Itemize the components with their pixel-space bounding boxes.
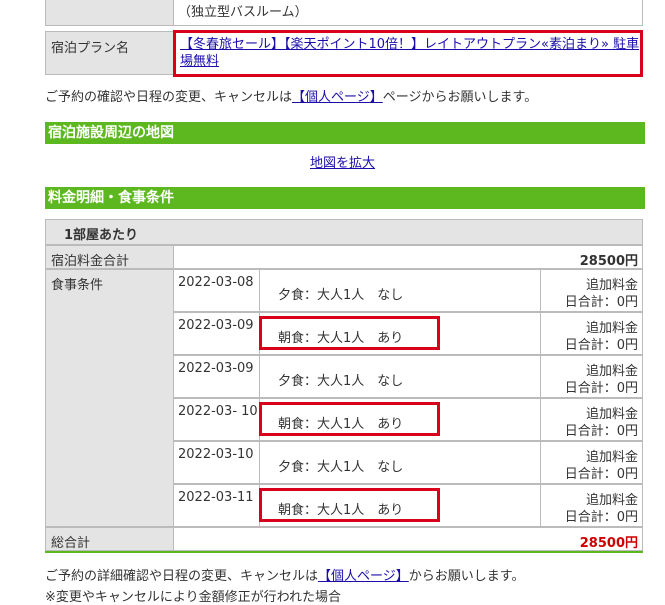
meal-row-date: 2022-03-09: [178, 361, 254, 376]
meal-row-day-total: 日合計：0円: [564, 381, 638, 396]
plan-label-cell: 宿泊プラン名: [45, 31, 174, 75]
meal-row-day-total: 日合計：0円: [564, 510, 638, 525]
meal-row-date-cell: 2022-03-09: [173, 312, 260, 355]
meal-highlight-box: [259, 402, 440, 436]
meal-row-date: 2022-03-10: [178, 447, 254, 462]
footer-divider: [45, 551, 643, 553]
meal-row-date-cell: 2022-03- 10: [173, 398, 260, 441]
total-value-cell: 28500円: [173, 527, 643, 551]
room-value-cell: （独立型バスルーム）: [173, 0, 643, 26]
meal-row-day-total: 日合計：0円: [564, 295, 638, 310]
meal-row-fee-cell: 追加料金 日合計：0円: [540, 441, 643, 484]
notice-1: ご予約の確認や日程の変更、キャンセルは【個人ページ】ページからお願いします。: [45, 90, 538, 105]
meal-row-date-cell: 2022-03-08: [173, 269, 260, 312]
plan-name-link[interactable]: 【冬春旅セール】【楽天ポイント10倍！】レイトアウトプラン«素泊まり» 駐車場無…: [180, 36, 640, 70]
meal-row-day-total: 日合計：0円: [564, 424, 638, 439]
meal-label-cell: 食事条件: [45, 269, 174, 527]
meal-highlight-box: [259, 316, 440, 350]
bath-note: （独立型バスルーム）: [178, 5, 308, 20]
plan-label: 宿泊プラン名: [51, 41, 130, 56]
total-value: 28500円: [579, 536, 638, 551]
meal-row-date-cell: 2022-03-11: [173, 484, 260, 527]
personal-page-link[interactable]: 【個人ページ】: [292, 90, 383, 105]
meal-row-fee-cell: 追加料金 日合計：0円: [540, 484, 643, 527]
meal-row-fee-cell: 追加料金 日合計：0円: [540, 398, 643, 441]
meal-row-meal-cell: 夕食：大人1人 なし: [259, 441, 541, 484]
meal-highlight-box: [259, 488, 440, 522]
per-room-header: 1部屋あたり: [45, 219, 643, 245]
map-header-tail: [490, 122, 645, 144]
subtotal-label-cell: 宿泊料金合計: [45, 245, 174, 269]
meal-row-meal: 夕食：大人1人 なし: [278, 460, 404, 475]
meal-row-meal: 夕食：大人1人 なし: [278, 288, 404, 303]
meal-row-date-cell: 2022-03-09: [173, 355, 260, 398]
fees-header-tail: [490, 187, 645, 209]
meal-row-date: 2022-03- 10: [178, 404, 258, 419]
room-label-cell: [45, 0, 174, 26]
meal-row-fee-cell: 追加料金 日合計：0円: [540, 355, 643, 398]
meal-row-date: 2022-03-09: [178, 318, 254, 333]
meal-row-date-cell: 2022-03-10: [173, 441, 260, 484]
subtotal-value-cell: 28500円: [173, 245, 643, 269]
subtotal-value: 28500円: [579, 254, 638, 269]
map-enlarge-link[interactable]: 地図を拡大: [310, 152, 375, 171]
total-label-cell: 総合計: [45, 527, 174, 551]
meal-row-date: 2022-03-08: [178, 275, 254, 290]
meal-row-meal-cell: 夕食：大人1人 なし: [259, 355, 541, 398]
meal-row-fee-cell: 追加料金 日合計：0円: [540, 269, 643, 312]
meal-row-fee-cell: 追加料金 日合計：0円: [540, 312, 643, 355]
personal-page-link-2[interactable]: 【個人ページ】: [318, 569, 409, 584]
meal-row-day-total: 日合計：0円: [564, 467, 638, 482]
meal-row-day-total: 日合計：0円: [564, 338, 638, 353]
meal-row-date: 2022-03-11: [178, 490, 254, 505]
meal-row-meal: 夕食：大人1人 なし: [278, 374, 404, 389]
meal-row-meal-cell: 夕食：大人1人 なし: [259, 269, 541, 312]
notice-2: ご予約の詳細確認や日程の変更、キャンセルは【個人ページ】からお願いします。: [45, 569, 525, 584]
